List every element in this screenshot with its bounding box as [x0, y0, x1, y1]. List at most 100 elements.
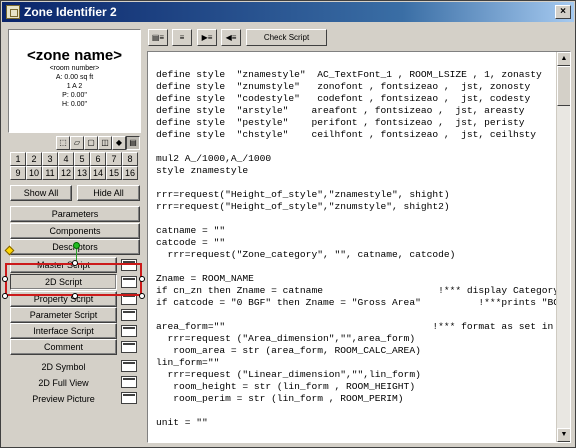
left-handle[interactable] [2, 276, 8, 282]
window-title: Zone Identifier 2 [24, 5, 117, 19]
2d-symbol-window-icon[interactable] [121, 360, 137, 372]
interface-script-button[interactable]: Interface Script [10, 323, 117, 339]
view-elevation-icon[interactable]: ▢ [84, 136, 98, 150]
preview-height: H: 0.00" [61, 101, 88, 108]
components-button[interactable]: Components [10, 223, 140, 239]
preview-code: 1 A 2 [66, 83, 83, 90]
number-button[interactable]: 14 [90, 166, 106, 180]
view-2d-icon[interactable]: ⬚ [56, 136, 70, 150]
code-line[interactable]: mul2 A_/1000,A_/1000 [156, 153, 556, 165]
number-button[interactable]: 15 [106, 166, 122, 180]
code-line[interactable]: define style "chstyle" ceilhfont , fonts… [156, 129, 556, 141]
code-line[interactable]: rrr=request ("Linear_dimension","",lin_f… [156, 369, 556, 381]
code-line[interactable] [156, 261, 556, 273]
number-button[interactable]: 4 [58, 152, 74, 166]
code-line[interactable] [156, 213, 556, 225]
comment-button[interactable]: Comment [10, 339, 117, 355]
code-line[interactable]: room_area = str (area_form, ROOM_CALC_AR… [156, 345, 556, 357]
outdent-icon[interactable]: ◀≡ [221, 29, 241, 46]
code-line[interactable]: define style "codestyle" codefont , font… [156, 93, 556, 105]
number-button[interactable]: 11 [42, 166, 58, 180]
app-icon [6, 5, 20, 19]
vertical-scrollbar[interactable]: ▲ ▼ [556, 52, 570, 442]
top-handle[interactable] [72, 260, 78, 266]
code-line[interactable]: define style "znumstyle" zonofont , font… [156, 81, 556, 93]
right-handle[interactable] [139, 276, 145, 282]
code-line[interactable]: rrr=request("Zone_category", "", catname… [156, 249, 556, 261]
number-button[interactable]: 16 [122, 166, 138, 180]
code-line[interactable] [156, 177, 556, 189]
number-button[interactable]: 2 [26, 152, 42, 166]
code-line[interactable]: rrr=request("Height_of_style","znumstyle… [156, 201, 556, 213]
script-code[interactable]: define style "znamestyle" AC_TextFont_1 … [156, 69, 556, 429]
view-section-icon[interactable]: ▱ [70, 136, 84, 150]
code-line[interactable]: rrr=request ("Area_dimension","",area_fo… [156, 333, 556, 345]
list-icon[interactable]: ≡ [172, 29, 192, 46]
bottom-handle[interactable] [72, 293, 78, 299]
number-button[interactable]: 1 [10, 152, 26, 166]
close-button[interactable]: × [555, 5, 571, 19]
code-line[interactable]: define style "znamestyle" AC_TextFont_1 … [156, 69, 556, 81]
preview-area: A: 0.00 sq ft [55, 74, 94, 81]
code-line[interactable]: lin_form="" [156, 357, 556, 369]
parameter-script-window-icon[interactable] [121, 309, 137, 321]
script-number-grid: 1 2 3 4 5 6 7 8 9 10 11 12 13 14 15 16 [10, 152, 138, 180]
view-list-icon[interactable]: ▤ [126, 136, 140, 150]
number-button[interactable]: 12 [58, 166, 74, 180]
code-line[interactable]: room_perim = str (lin_form , ROOM_PERIM) [156, 393, 556, 405]
parameters-button[interactable]: Parameters [10, 206, 140, 222]
script-editor[interactable]: define style "znamestyle" AC_TextFont_1 … [147, 51, 571, 443]
rotate-handle[interactable] [73, 242, 80, 249]
code-line[interactable]: if catcode = "0 BGF" then Zname = "Gross… [156, 297, 556, 309]
scroll-up-icon[interactable]: ▲ [557, 52, 570, 66]
code-line[interactable]: catcode = "" [156, 237, 556, 249]
selection-frame [5, 263, 142, 296]
code-line[interactable]: define style "pestyle" perifont , fontsi… [156, 117, 556, 129]
scroll-thumb[interactable] [557, 66, 570, 106]
code-line[interactable]: if cn_zn then Zname = catname !*** displ… [156, 285, 556, 297]
2d-symbol-label[interactable]: 2D Symbol [10, 362, 117, 372]
number-button[interactable]: 7 [106, 152, 122, 166]
number-button[interactable]: 8 [122, 152, 138, 166]
code-line[interactable]: unit = "" [156, 417, 556, 429]
2d-full-view-label[interactable]: 2D Full View [10, 378, 117, 388]
code-line[interactable]: catname = "" [156, 225, 556, 237]
number-button[interactable]: 6 [90, 152, 106, 166]
code-line[interactable]: area_form="" !*** format as set in th [156, 321, 556, 333]
preview-perimeter: P: 0.00" [62, 92, 87, 99]
code-line[interactable]: define style "arstyle" areafont , fontsi… [156, 105, 556, 117]
zone-preview: <zone name> <room number> A: 0.00 sq ft … [8, 29, 141, 133]
code-line[interactable] [156, 405, 556, 417]
preview-room-number: <room number> [49, 65, 100, 72]
number-button[interactable]: 9 [10, 166, 26, 180]
zone-identifier-window: Zone Identifier 2 × <zone name> <room nu… [0, 0, 576, 448]
comment-window-icon[interactable] [121, 341, 137, 353]
code-line[interactable]: Zname = ROOM_NAME [156, 273, 556, 285]
2d-full-view-window-icon[interactable] [121, 376, 137, 388]
view-mode-icons: ⬚ ▱ ▢ ◫ ◆ ▤ [56, 136, 140, 151]
bottom-left-handle[interactable] [2, 293, 8, 299]
bottom-right-handle[interactable] [139, 293, 145, 299]
number-button[interactable]: 5 [74, 152, 90, 166]
number-button[interactable]: 10 [26, 166, 42, 180]
code-line[interactable] [156, 309, 556, 321]
parameter-script-button[interactable]: Parameter Script [10, 307, 117, 323]
code-line[interactable]: rrr=request("Height_of_style","znamestyl… [156, 189, 556, 201]
title-bar[interactable]: Zone Identifier 2 × [2, 2, 574, 22]
scroll-down-icon[interactable]: ▼ [557, 428, 570, 442]
number-button[interactable]: 13 [74, 166, 90, 180]
code-line[interactable] [156, 141, 556, 153]
hide-all-button[interactable]: Hide All [77, 185, 140, 201]
view-3d-icon[interactable]: ◫ [98, 136, 112, 150]
view-shaded-icon[interactable]: ◆ [112, 136, 126, 150]
show-all-button[interactable]: Show All [10, 185, 72, 201]
preview-picture-window-icon[interactable] [121, 392, 137, 404]
interface-script-window-icon[interactable] [121, 325, 137, 337]
indent-icon[interactable]: ▶≡ [197, 29, 217, 46]
code-line[interactable]: room_height = str (lin_form , ROOM_HEIGH… [156, 381, 556, 393]
code-line[interactable]: style znamestyle [156, 165, 556, 177]
insert-icon[interactable]: ▤≡ [148, 29, 168, 46]
number-button[interactable]: 3 [42, 152, 58, 166]
check-script-button[interactable]: Check Script [246, 29, 327, 46]
preview-picture-label[interactable]: Preview Picture [10, 394, 117, 404]
